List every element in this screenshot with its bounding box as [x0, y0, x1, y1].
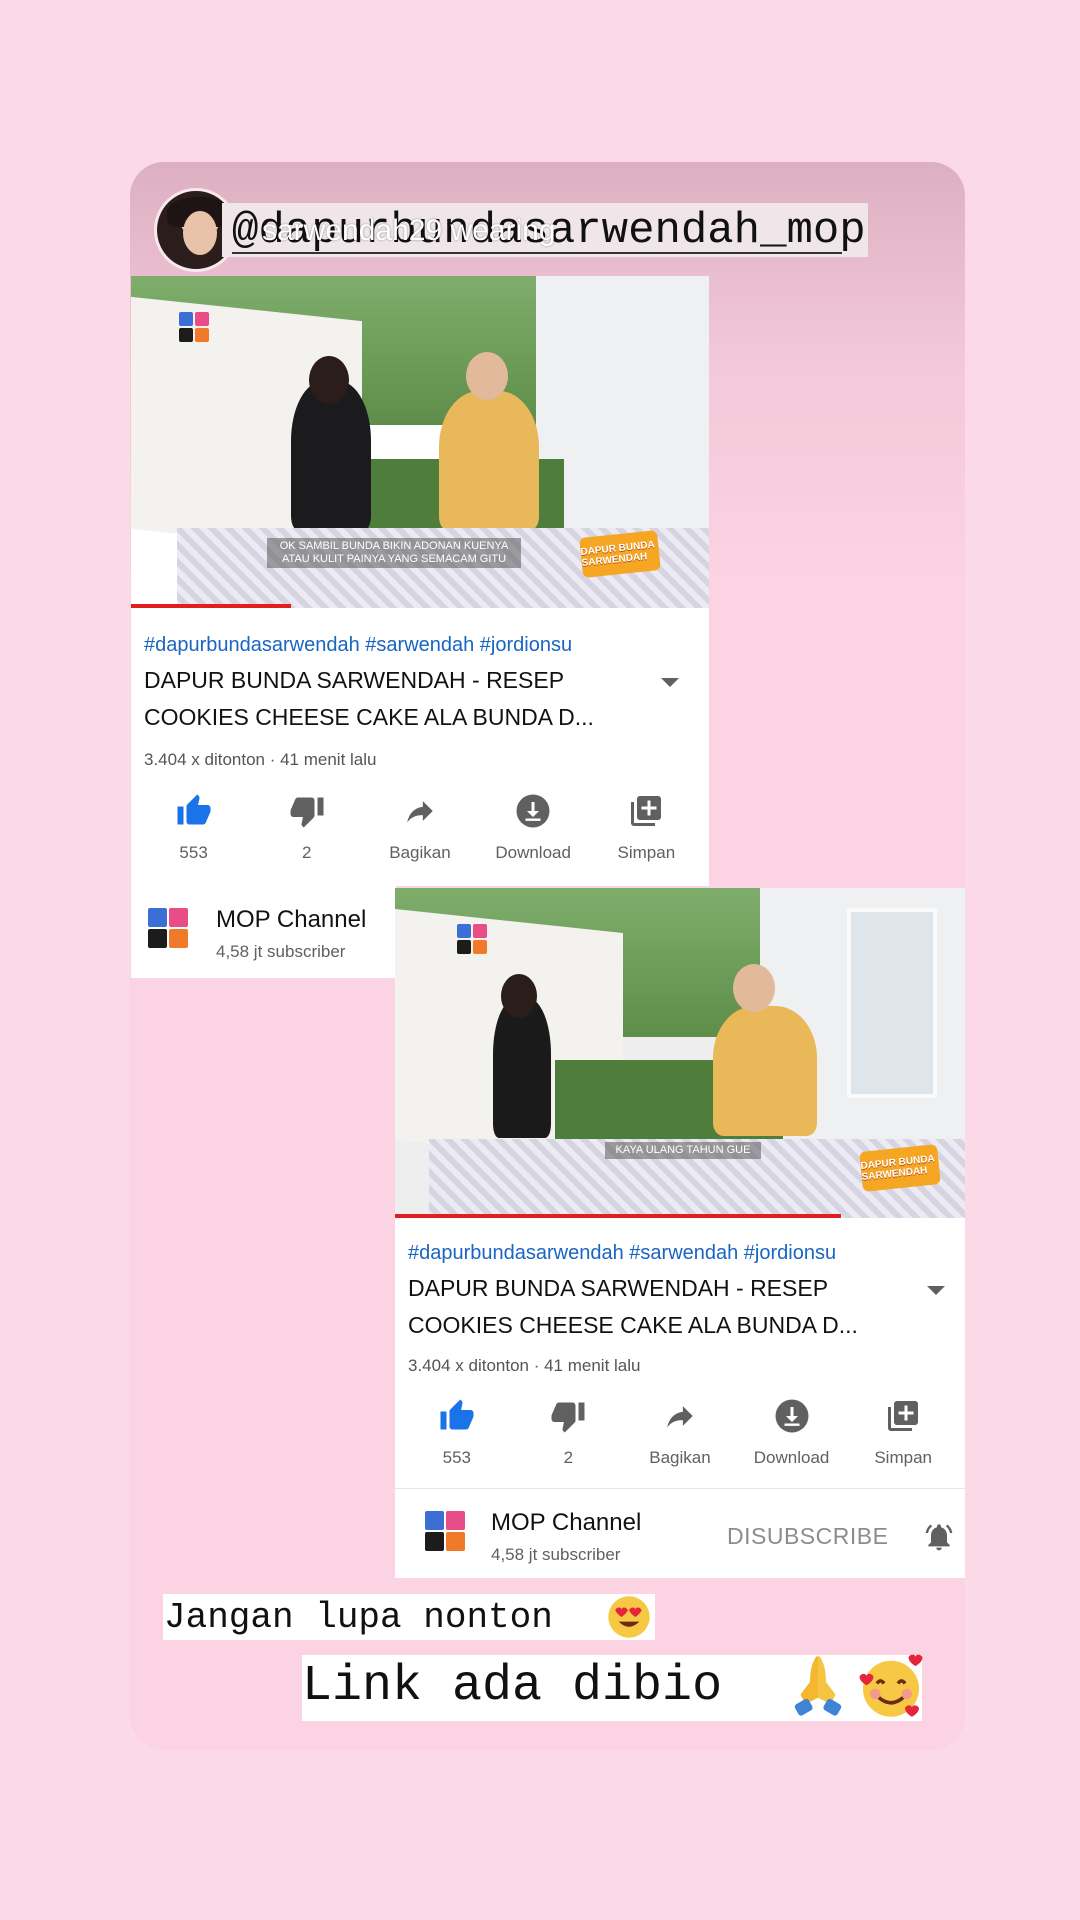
- share-label: Bagikan: [389, 843, 451, 862]
- video-progress-bar[interactable]: [395, 1214, 841, 1218]
- video-person-head: [466, 352, 508, 400]
- thumbs-down-icon: [548, 1396, 588, 1436]
- username-overlay: sarwendah29 wearing: [262, 214, 556, 247]
- share-icon: [400, 791, 440, 831]
- channel-name[interactable]: MOP Channel: [216, 906, 366, 934]
- channel-name[interactable]: MOP Channel: [491, 1509, 641, 1537]
- mop-logo-icon: [457, 924, 487, 954]
- save-label: Simpan: [617, 843, 676, 862]
- mop-logo-icon: [179, 312, 209, 342]
- download-button[interactable]: Download: [742, 1396, 842, 1476]
- show-badge: DAPUR BUNDA SARWENDAH: [859, 1144, 941, 1192]
- channel-avatar-icon: [148, 908, 188, 948]
- video-hashtags[interactable]: #dapurbundasarwendah #sarwendah #jordion…: [408, 1242, 836, 1265]
- like-button[interactable]: 553: [407, 1396, 507, 1476]
- video-actions: 553 2 Bagikan Download Simpan: [395, 1396, 965, 1476]
- video-window: [847, 908, 937, 1098]
- bell-icon[interactable]: [923, 1521, 955, 1553]
- video-person-head: [501, 974, 537, 1018]
- story-screen: @dapurbundasarwendah_mop sarwendah29 wea…: [0, 0, 1080, 1920]
- like-button[interactable]: 553: [144, 791, 244, 871]
- chevron-down-icon[interactable]: [661, 678, 679, 687]
- video-title[interactable]: DAPUR BUNDA SARWENDAH - RESEP COOKIES CH…: [408, 1270, 888, 1344]
- download-label: Download: [753, 1448, 830, 1467]
- smiling-face-with-hearts-emoji-icon: [856, 1652, 926, 1722]
- video-actions: 553 2 Bagikan Download Simpan: [131, 791, 709, 871]
- video-hashtags[interactable]: #dapurbundasarwendah #sarwendah #jordion…: [144, 634, 572, 657]
- share-button[interactable]: Bagikan: [630, 1396, 730, 1476]
- dislike-button[interactable]: 2: [518, 1396, 618, 1476]
- chevron-down-icon[interactable]: [927, 1286, 945, 1295]
- youtube-screenshot-2: KAYA ULANG TAHUN GUE DAPUR BUNDA SARWEND…: [395, 888, 965, 1578]
- praying-hands-emoji-icon: [786, 1650, 850, 1720]
- caption-line-1: Jangan lupa nonton: [164, 1597, 553, 1638]
- save-playlist-icon: [626, 791, 666, 831]
- channel-subscribers: 4,58 jt subscriber: [216, 942, 346, 961]
- video-person: [439, 391, 539, 531]
- heart-eyes-emoji-icon: [606, 1594, 652, 1640]
- save-button[interactable]: Simpan: [596, 791, 696, 871]
- channel-row-2[interactable]: MOP Channel 4,58 jt subscriber DISUBSCRI…: [395, 1488, 965, 1578]
- dislike-count: 2: [302, 843, 312, 862]
- thumbs-up-icon: [174, 791, 214, 831]
- channel-avatar-icon: [425, 1511, 465, 1551]
- video-views: 3.404 x ditonton · 41 menit lalu: [144, 750, 377, 769]
- show-badge: DAPUR BUNDA SARWENDAH: [579, 530, 661, 578]
- download-icon: [513, 791, 553, 831]
- download-label: Download: [495, 843, 571, 862]
- video-thumbnail-1[interactable]: OK SAMBIL BUNDA BIKIN ADONAN KUENYA ATAU…: [131, 276, 709, 608]
- caption-line-2: Link ada dibio: [302, 1658, 723, 1715]
- youtube-screenshot-1: OK SAMBIL BUNDA BIKIN ADONAN KUENYA ATAU…: [131, 276, 709, 886]
- video-person-head: [733, 964, 775, 1012]
- like-count: 553: [442, 1448, 471, 1467]
- share-icon: [660, 1396, 700, 1436]
- video-person: [713, 1006, 817, 1136]
- mention-underline: [232, 252, 842, 254]
- download-button[interactable]: Download: [483, 791, 583, 871]
- save-playlist-icon: [883, 1396, 923, 1436]
- thumbs-down-icon: [287, 791, 327, 831]
- save-label: Simpan: [874, 1448, 932, 1467]
- video-thumbnail-2[interactable]: KAYA ULANG TAHUN GUE DAPUR BUNDA SARWEND…: [395, 888, 965, 1218]
- video-views: 3.404 x ditonton · 41 menit lalu: [408, 1356, 641, 1375]
- video-subtitle: OK SAMBIL BUNDA BIKIN ADONAN KUENYA ATAU…: [267, 538, 521, 568]
- video-title[interactable]: DAPUR BUNDA SARWENDAH - RESEP COOKIES CH…: [144, 662, 624, 736]
- channel-row-1[interactable]: MOP Channel 4,58 jt subscriber: [131, 886, 396, 978]
- video-person: [493, 998, 551, 1138]
- share-label: Bagikan: [649, 1448, 711, 1467]
- subscribe-button[interactable]: DISUBSCRIBE: [727, 1523, 888, 1550]
- dislike-count: 2: [563, 1448, 574, 1467]
- save-button[interactable]: Simpan: [853, 1396, 953, 1476]
- video-person-head: [309, 356, 349, 404]
- download-icon: [772, 1396, 812, 1436]
- dislike-button[interactable]: 2: [257, 791, 357, 871]
- video-progress-bar[interactable]: [131, 604, 291, 608]
- share-button[interactable]: Bagikan: [370, 791, 470, 871]
- video-subtitle: KAYA ULANG TAHUN GUE: [605, 1142, 761, 1159]
- thumbs-up-icon: [437, 1396, 477, 1436]
- like-count: 553: [179, 843, 208, 862]
- channel-subscribers: 4,58 jt subscriber: [491, 1545, 621, 1564]
- avatar-face: [183, 211, 217, 255]
